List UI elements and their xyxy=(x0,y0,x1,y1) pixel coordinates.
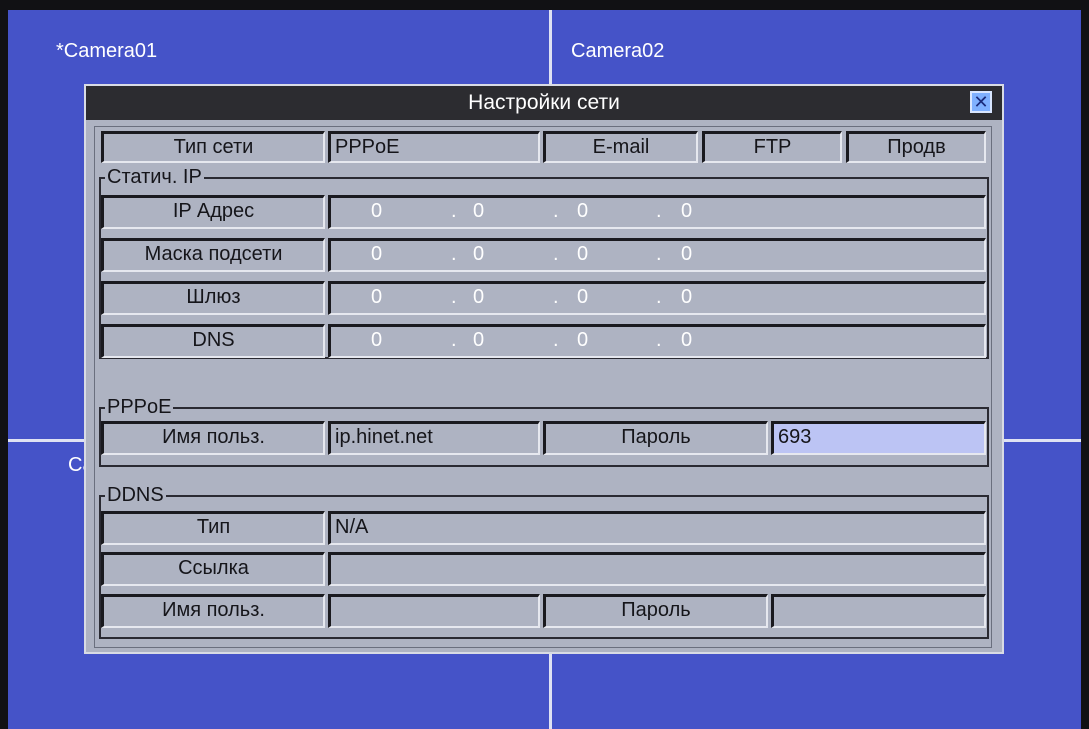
dns-field[interactable]: 0 . 0 . 0 . 0 xyxy=(328,324,986,358)
advanced-button[interactable]: Продв xyxy=(846,131,986,163)
ddns-link-label: Ссылка xyxy=(101,552,325,586)
ip-address-field[interactable]: 0 . 0 . 0 . 0 xyxy=(328,195,986,229)
ddns-username-label: Имя польз. xyxy=(101,594,325,628)
ddns-group-title: DDNS xyxy=(105,484,166,506)
pppoe-password-label: Пароль xyxy=(543,421,768,455)
dialog-title: Настройки сети xyxy=(468,91,620,114)
pppoe-password-field[interactable]: 693 xyxy=(771,421,986,455)
pppoe-group-title: PPPoE xyxy=(105,396,174,418)
pppoe-username-label: Имя польз. xyxy=(101,421,325,455)
ddns-type-select[interactable]: N/A xyxy=(328,511,986,545)
camera02-label: Camera02 xyxy=(571,40,665,62)
close-button[interactable]: ✕ xyxy=(970,91,992,113)
pppoe-username-field[interactable]: ip.hinet.net xyxy=(328,421,540,455)
subnet-mask-field[interactable]: 0 . 0 . 0 . 0 xyxy=(328,238,986,272)
dialog-titlebar: Настройки сети ✕ xyxy=(86,86,1002,120)
dns-label: DNS xyxy=(101,324,325,358)
ip-address-label: IP Адрес xyxy=(101,195,325,229)
email-button[interactable]: E-mail xyxy=(543,131,698,163)
network-type-label: Тип сети xyxy=(101,131,325,163)
ddns-username-field[interactable] xyxy=(328,594,540,628)
ftp-button[interactable]: FTP xyxy=(702,131,842,163)
ddns-link-field[interactable] xyxy=(328,552,986,586)
gateway-label: Шлюз xyxy=(101,281,325,315)
ddns-type-label: Тип xyxy=(101,511,325,545)
ddns-password-label: Пароль xyxy=(543,594,768,628)
network-settings-dialog: Настройки сети ✕ Тип сети PPPoE E-mail F… xyxy=(84,84,1004,654)
network-type-select[interactable]: PPPoE xyxy=(328,131,540,163)
gateway-field[interactable]: 0 . 0 . 0 . 0 xyxy=(328,281,986,315)
close-icon: ✕ xyxy=(973,92,989,112)
subnet-mask-label: Маска подсети xyxy=(101,238,325,272)
camera01-label: *Camera01 xyxy=(56,40,158,62)
ddns-password-field[interactable] xyxy=(771,594,986,628)
static-ip-group-title: Статич. IP xyxy=(105,166,204,188)
dialog-content: Тип сети PPPoE E-mail FTP Продв Статич. … xyxy=(94,126,992,648)
